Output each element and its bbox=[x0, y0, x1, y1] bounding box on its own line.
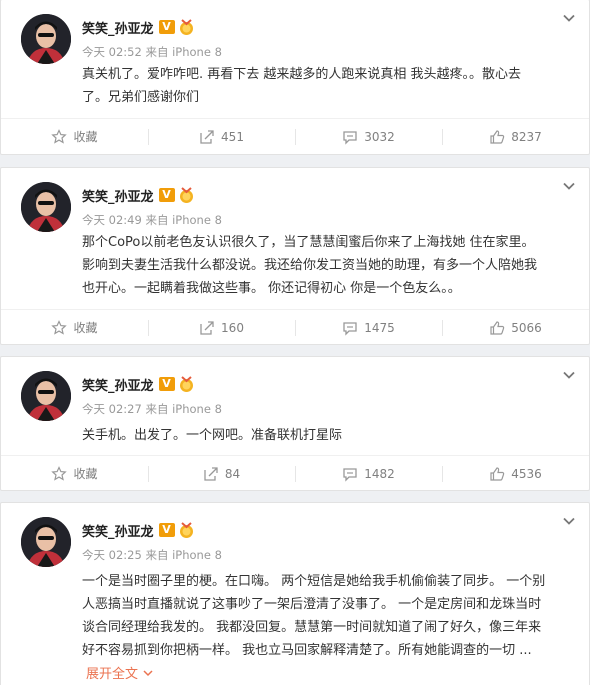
star-icon bbox=[51, 319, 68, 335]
name-row: 笑笑_孙亚龙 V bbox=[82, 185, 195, 205]
verified-badge: V bbox=[158, 188, 175, 202]
thumbs-up-icon bbox=[490, 129, 505, 144]
comment-button[interactable]: 1475 bbox=[295, 310, 442, 345]
comment-button[interactable]: 1482 bbox=[295, 456, 442, 491]
post-time-source[interactable]: 今天 02:49 来自 iPhone 8 bbox=[82, 212, 222, 228]
medal-icon bbox=[179, 521, 193, 538]
post-time-source[interactable]: 今天 02:52 来自 iPhone 8 bbox=[82, 44, 222, 60]
repost-count: 160 bbox=[221, 320, 244, 335]
avatar[interactable] bbox=[21, 371, 71, 421]
favorite-button[interactable]: 收藏 bbox=[1, 310, 148, 345]
repost-button[interactable]: 451 bbox=[148, 119, 295, 154]
comment-button[interactable]: 3032 bbox=[295, 119, 442, 154]
action-bar: 收藏 84 1482 4536 bbox=[1, 455, 589, 491]
post-text: 一个是当时圈子里的梗。在口嗨。 两个短信是她给我手机偷偷装了同步。 一个别 人恶… bbox=[82, 574, 546, 658]
comment-count: 3032 bbox=[364, 129, 395, 144]
post-card: 笑笑_孙亚龙 V 今天 02:27 来自 iPhone 8 关手机。出发了。一个… bbox=[0, 356, 590, 491]
avatar[interactable] bbox=[21, 14, 71, 64]
thumbs-up-icon bbox=[490, 320, 505, 335]
post-text: 关手机。出发了。一个网吧。准备联机打星际 bbox=[82, 428, 343, 443]
repost-count: 84 bbox=[224, 466, 241, 481]
post-text: 真关机了。爱咋咋吧. 再看下去 越来越多的人跑来说真相 我头越疼。。散心去 了。… bbox=[82, 67, 522, 105]
post-text: 那个CoPo以前老色友认识很久了，当了慧慧闺蜜后你来了上海找她 住在家里。 影响… bbox=[82, 235, 538, 296]
name-row: 笑笑_孙亚龙 V bbox=[82, 374, 195, 394]
post-time-source[interactable]: 今天 02:27 来自 iPhone 8 bbox=[82, 401, 222, 417]
verified-badge: V bbox=[158, 377, 175, 391]
chevron-down-icon[interactable] bbox=[561, 367, 577, 383]
repost-icon bbox=[200, 320, 214, 335]
username[interactable]: 笑笑_孙亚龙 bbox=[82, 18, 154, 37]
comment-count: 1482 bbox=[364, 466, 395, 481]
like-button[interactable]: 8237 bbox=[442, 119, 589, 154]
expand-full-text-link[interactable]: 展开全文 bbox=[86, 663, 154, 682]
comment-icon bbox=[343, 130, 357, 145]
like-count: 4536 bbox=[511, 466, 542, 481]
like-count: 5066 bbox=[511, 320, 542, 335]
repost-count: 451 bbox=[221, 129, 244, 144]
username[interactable]: 笑笑_孙亚龙 bbox=[82, 186, 154, 205]
favorite-label: 收藏 bbox=[73, 130, 98, 144]
like-button[interactable]: 5066 bbox=[442, 310, 589, 345]
avatar[interactable] bbox=[21, 182, 71, 232]
chevron-down-icon[interactable] bbox=[561, 513, 577, 529]
favorite-button[interactable]: 收藏 bbox=[1, 456, 148, 491]
avatar[interactable] bbox=[21, 517, 71, 567]
medal-icon bbox=[179, 18, 193, 35]
like-count: 8237 bbox=[511, 129, 542, 144]
medal-icon bbox=[179, 186, 193, 203]
medal-icon bbox=[179, 375, 193, 392]
weibo-feed: 笑笑_孙亚龙 V 今天 02:52 来自 iPhone 8 真关机了。爱咋咋吧.… bbox=[0, 0, 590, 685]
username[interactable]: 笑笑_孙亚龙 bbox=[82, 521, 154, 540]
star-icon bbox=[51, 465, 68, 481]
name-row: 笑笑_孙亚龙 V bbox=[82, 520, 195, 540]
expand-label: 展开全文 bbox=[86, 667, 139, 682]
post-card: 笑笑_孙亚龙 V 今天 02:25 来自 iPhone 8 一个是当时圈子里的梗… bbox=[0, 502, 590, 685]
repost-button[interactable]: 84 bbox=[148, 456, 295, 491]
like-button[interactable]: 4536 bbox=[442, 456, 589, 491]
comment-icon bbox=[343, 467, 357, 482]
username[interactable]: 笑笑_孙亚龙 bbox=[82, 375, 154, 394]
action-bar: 收藏 451 3032 8237 bbox=[1, 118, 589, 154]
repost-button[interactable]: 160 bbox=[148, 310, 295, 345]
name-row: 笑笑_孙亚龙 V bbox=[82, 17, 195, 37]
post-time-source[interactable]: 今天 02:25 来自 iPhone 8 bbox=[82, 547, 222, 563]
favorite-button[interactable]: 收藏 bbox=[1, 119, 148, 154]
repost-icon bbox=[204, 466, 218, 481]
chevron-down-icon bbox=[143, 669, 153, 676]
post-header: 笑笑_孙亚龙 V 今天 02:25 来自 iPhone 8 一个是当时圈子里的梗… bbox=[1, 503, 589, 685]
chevron-down-icon[interactable] bbox=[561, 178, 577, 194]
repost-icon bbox=[200, 129, 214, 144]
comment-icon bbox=[343, 321, 357, 336]
verified-badge: V bbox=[158, 20, 175, 34]
post-card: 笑笑_孙亚龙 V 今天 02:52 来自 iPhone 8 真关机了。爱咋咋吧.… bbox=[0, 0, 590, 155]
chevron-down-icon[interactable] bbox=[561, 10, 577, 26]
thumbs-up-icon bbox=[490, 466, 505, 481]
verified-badge: V bbox=[158, 523, 175, 537]
post-card: 笑笑_孙亚龙 V 今天 02:49 来自 iPhone 8 那个CoPo以前老色… bbox=[0, 167, 590, 345]
favorite-label: 收藏 bbox=[73, 321, 98, 335]
star-icon bbox=[51, 128, 68, 144]
comment-count: 1475 bbox=[364, 320, 395, 335]
action-bar: 收藏 160 1475 5066 bbox=[1, 309, 589, 345]
favorite-label: 收藏 bbox=[73, 467, 98, 481]
